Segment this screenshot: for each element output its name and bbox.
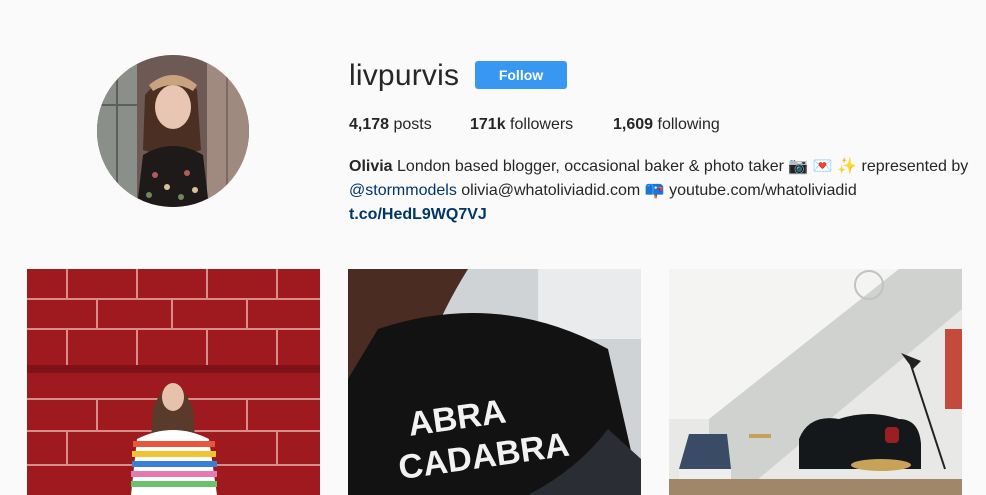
bio-line-3: t.co/HedL9WQ7VJ bbox=[349, 203, 969, 227]
bio-name: Olivia bbox=[349, 158, 393, 175]
bio-text-2: olivia@whatoliviadid.com 📪 youtube.com/w… bbox=[456, 182, 857, 199]
bio-text-1: London based blogger, occasional baker &… bbox=[392, 158, 969, 175]
stat-posts: 4,178 posts bbox=[349, 115, 432, 135]
bio-line-2: @stormmodels olivia@whatoliviadid.com 📪 … bbox=[349, 179, 969, 203]
posts-label: posts bbox=[389, 116, 432, 133]
profile-avatar[interactable] bbox=[97, 55, 249, 207]
post-image-1 bbox=[27, 269, 320, 495]
bio-mention-link[interactable]: @stormmodels bbox=[349, 182, 457, 199]
avatar-image bbox=[97, 55, 249, 207]
following-label: following bbox=[653, 116, 720, 133]
post-image-3 bbox=[669, 269, 962, 495]
profile-username: livpurvis bbox=[349, 59, 460, 92]
stat-followers[interactable]: 171k followers bbox=[470, 115, 573, 135]
stat-following[interactable]: 1,609 following bbox=[613, 115, 720, 135]
following-count: 1,609 bbox=[613, 116, 654, 133]
posts-count: 4,178 bbox=[349, 116, 390, 133]
bio-line-1: Olivia London based blogger, occasional … bbox=[349, 155, 969, 179]
follow-button[interactable]: Follow bbox=[475, 61, 567, 89]
profile-bio: Olivia London based blogger, occasional … bbox=[349, 155, 969, 227]
post-image-2: ABRA CADABRA bbox=[348, 269, 641, 495]
post-thumbnail-1[interactable] bbox=[27, 269, 320, 495]
post-thumbnail-3[interactable] bbox=[669, 269, 962, 495]
post-thumbnail-2[interactable]: ABRA CADABRA bbox=[348, 269, 641, 495]
bio-website-link[interactable]: t.co/HedL9WQ7VJ bbox=[349, 206, 487, 223]
followers-label: followers bbox=[505, 116, 574, 133]
followers-count: 171k bbox=[470, 116, 506, 133]
